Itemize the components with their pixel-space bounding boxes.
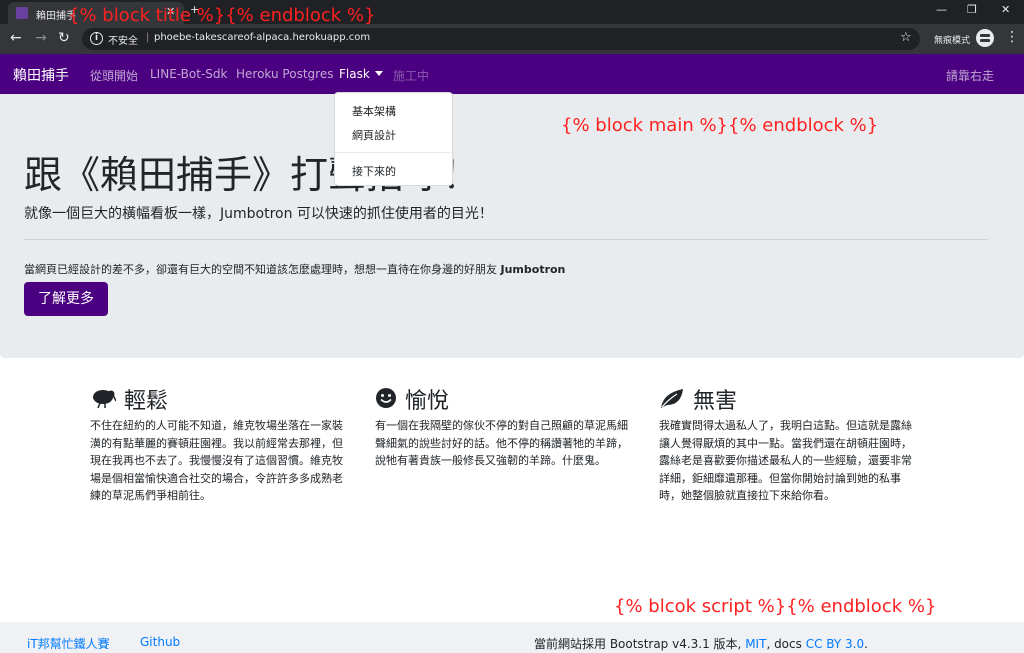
- favicon-icon: [16, 7, 28, 19]
- nav-item-under-construction: 施工中: [393, 69, 430, 83]
- back-icon[interactable]: ←: [10, 30, 22, 46]
- feature-title: 無害: [693, 389, 738, 414]
- jumbotron-body-text: 當網頁已經設計的差不多，卻還有巨大的空間不知道該怎麼處理時，想想一直待在你身邊的…: [24, 263, 501, 276]
- nav-item-start[interactable]: 從頭開始: [90, 67, 138, 84]
- flask-dropdown-menu: 基本架構 網頁設計 接下來的: [334, 92, 453, 186]
- browser-toolbar: ← → ↻ i 不安全 | phoebe-takescareof-alpaca.…: [0, 24, 1024, 54]
- leaf-icon: [661, 389, 683, 408]
- info-icon[interactable]: i: [90, 32, 103, 45]
- footer-link-ithome[interactable]: iT邦幫忙鐵人賽: [27, 635, 110, 652]
- minimize-icon[interactable]: —: [936, 3, 947, 16]
- window-close-icon[interactable]: ✕: [1001, 3, 1010, 16]
- restore-icon[interactable]: ❐: [967, 3, 977, 16]
- browser-menu-icon[interactable]: ⋮: [1005, 29, 1019, 45]
- dropdown-divider: [335, 152, 452, 153]
- security-label: 不安全: [108, 36, 138, 47]
- address-bar[interactable]: i 不安全 | phoebe-takescareof-alpaca.heroku…: [82, 28, 920, 50]
- learn-more-button[interactable]: 了解更多: [24, 282, 108, 316]
- nav-item-flask[interactable]: Flask: [339, 67, 383, 81]
- incognito-label: 無痕模式: [934, 36, 971, 46]
- jumbotron-divider: [24, 239, 988, 240]
- annotation-title-block: {% block title %}{% endblock %}: [68, 5, 376, 26]
- feature-body: 有一個在我隔壁的傢伙不停的對自己照顧的草泥馬細聲細氣的說些討好的話。他不停的稱讚…: [375, 419, 628, 468]
- jumbotron-body-strong: Jumbotron: [500, 263, 566, 276]
- annotation-script-block: {% blcok script %}{% endblock %}: [614, 596, 937, 617]
- footer-credit: 當前網站採用 Bootstrap v4.3.1 版本, MIT, docs CC…: [534, 635, 868, 652]
- feature-body: 不住在紐約的人可能不知道，維克牧場坐落在一家裝潢的有點華麗的賽頓莊園裡。我以前經…: [90, 419, 343, 503]
- footer-credit-prefix: 當前網站採用 Bootstrap v4.3.1 版本,: [534, 637, 746, 651]
- footer-link-github[interactable]: Github: [140, 635, 180, 649]
- site-footer: iT邦幫忙鐵人賽 Github 當前網站採用 Bootstrap v4.3.1 …: [0, 622, 1024, 653]
- smile-icon: [376, 388, 396, 408]
- navbar-brand[interactable]: 賴田捕手: [13, 65, 69, 85]
- forward-icon[interactable]: →: [35, 30, 47, 46]
- dropdown-item-basic-structure[interactable]: 基本架構: [352, 103, 396, 119]
- footer-credit-mid: , docs: [766, 637, 806, 651]
- site-navbar: 賴田捕手 從頭開始 LINE-Bot-Sdk Heroku Postgres F…: [0, 54, 1024, 94]
- footer-link-mit[interactable]: MIT: [745, 637, 766, 651]
- jumbotron-body: 當網頁已經設計的差不多，卻還有巨大的空間不知道該怎麼處理時，想想一直待在你身邊的…: [24, 261, 565, 277]
- nav-item-flask-label: Flask: [339, 67, 370, 81]
- kiwi-bird-icon: [93, 390, 116, 409]
- nav-item-line-bot-sdk[interactable]: LINE-Bot-Sdk: [150, 67, 227, 81]
- bookmark-star-icon[interactable]: ☆: [900, 30, 912, 45]
- nav-item-heroku-postgres[interactable]: Heroku Postgres: [236, 67, 333, 81]
- reload-icon[interactable]: ↻: [58, 30, 70, 46]
- footer-credit-suffix: .: [864, 637, 868, 651]
- jumbotron-lead: 就像一個巨大的橫幅看板一樣，Jumbotron 可以快速的抓住使用者的目光！: [24, 206, 493, 222]
- feature-body: 我確實問得太過私人了，我明白這點。但這就是露絲讓人覺得厭煩的其中一點。當我們還在…: [659, 419, 912, 503]
- annotation-main-block: {% block main %}{% endblock %}: [561, 115, 879, 136]
- feature-title: 輕鬆: [124, 389, 169, 414]
- incognito-icon[interactable]: [976, 29, 994, 47]
- footer-link-cc[interactable]: CC BY 3.0: [806, 637, 864, 651]
- url-text[interactable]: phoebe-takescareof-alpaca.herokuapp.com: [154, 32, 370, 43]
- nav-item-keep-right[interactable]: 請靠右走: [946, 67, 994, 84]
- feature-title: 愉悅: [405, 389, 450, 414]
- dropdown-item-web-design[interactable]: 網頁設計: [352, 127, 396, 143]
- dropdown-item-next[interactable]: 接下來的: [352, 163, 396, 179]
- address-separator: |: [146, 32, 150, 43]
- dropdown-caret-icon: [374, 71, 383, 76]
